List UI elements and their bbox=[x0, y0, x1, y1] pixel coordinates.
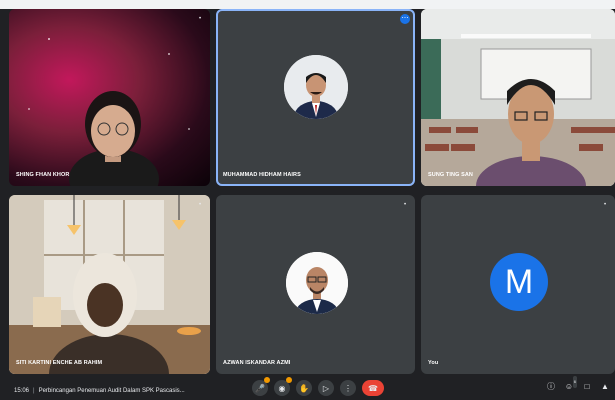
video-grid: • SHING FHAN KHOR ⋯ MUHAMMAD HIDHAM HAIR… bbox=[9, 9, 615, 375]
meeting-title: Perbincangan Penemuan Audit Dalam SPK Pa… bbox=[38, 388, 185, 394]
meeting-control-bar: 15:06 | Perbincangan Penemuan Audit Dalam … bbox=[0, 375, 615, 400]
participant-avatar-5 bbox=[286, 252, 348, 314]
camera-button[interactable]: ◉ bbox=[274, 377, 292, 396]
chat-button[interactable]: □ bbox=[581, 381, 593, 393]
browser-strip bbox=[0, 0, 615, 9]
raise-hand-button[interactable]: ✋ bbox=[296, 380, 312, 396]
participant-video-4 bbox=[9, 195, 210, 374]
participant-tile-2[interactable]: ⋯ MUHAMMAD HIDHAM HAIRS bbox=[216, 9, 415, 186]
present-icon: ▷ bbox=[322, 383, 330, 393]
participant-name-self: You bbox=[428, 360, 439, 366]
people-count: 6 bbox=[572, 376, 577, 388]
mic-indicator-4: • bbox=[198, 202, 202, 208]
present-button[interactable]: ▷ bbox=[318, 380, 334, 396]
activities-icon: ▲ bbox=[601, 382, 609, 391]
mic-indicator-1: • bbox=[198, 16, 202, 22]
participant-tile-1[interactable]: • SHING FHAN KHOR bbox=[9, 9, 210, 186]
mic-indicator-3: • bbox=[603, 16, 607, 22]
participant-name-1: SHING FHAN KHOR bbox=[16, 172, 70, 178]
call-end-icon: ☎ bbox=[368, 383, 378, 393]
microphone-button[interactable]: 🎤 bbox=[252, 377, 270, 396]
participant-name-5: AZWAN ISKANDAR AZMI bbox=[223, 360, 291, 366]
mic-indicator-5: • bbox=[403, 202, 407, 208]
chat-icon: □ bbox=[584, 382, 590, 391]
participant-name-4: SITI KARTINI ENCHE AB RAHIM bbox=[16, 360, 103, 366]
separator: | bbox=[33, 388, 35, 394]
meeting-info: 15:06 | Perbincangan Penemuan Audit Dalam … bbox=[14, 388, 185, 394]
participant-avatar-2 bbox=[284, 55, 348, 119]
participant-video-3 bbox=[421, 9, 615, 186]
hand-icon: ✋ bbox=[299, 383, 309, 393]
people-icon: ☺ bbox=[564, 382, 574, 391]
participant-tile-4[interactable]: • SITI KARTINI ENCHE AB RAHIM bbox=[9, 195, 210, 374]
activities-button[interactable]: ▲ bbox=[599, 381, 611, 393]
participant-name-2: MUHAMMAD HIDHAM HAIRS bbox=[223, 172, 301, 178]
alert-dot bbox=[264, 377, 270, 383]
more-options-button[interactable]: ⋮ bbox=[340, 380, 356, 396]
more-vert-icon: ⋮ bbox=[344, 383, 352, 393]
participant-name-3: SUNG TING SAN bbox=[428, 172, 473, 178]
mic-indicator-self: • bbox=[603, 202, 607, 208]
self-avatar: M bbox=[490, 253, 548, 311]
meeting-details-button[interactable]: ⓘ bbox=[545, 381, 557, 393]
leave-call-button[interactable]: ☎ bbox=[362, 380, 384, 396]
info-icon: ⓘ bbox=[547, 382, 555, 391]
people-button[interactable]: ☺ 6 bbox=[563, 376, 577, 393]
active-speaker-icon: ⋯ bbox=[400, 14, 410, 24]
participant-tile-self[interactable]: M • You bbox=[421, 195, 615, 374]
call-controls: 🎤 ◉ ✋ ▷ ⋮ ☎ bbox=[252, 377, 384, 396]
camera-icon: ◉ bbox=[278, 383, 286, 393]
participant-tile-5[interactable]: • AZWAN ISKANDAR AZMI bbox=[216, 195, 415, 374]
right-controls: ⓘ ☺ 6 □ ▲ bbox=[545, 376, 611, 393]
participant-tile-3[interactable]: • SUNG TING SAN bbox=[421, 9, 615, 186]
self-avatar-initial: M bbox=[504, 262, 534, 301]
participant-video-1 bbox=[28, 38, 190, 186]
alert-dot bbox=[286, 377, 292, 383]
meeting-time: 15:06 bbox=[14, 388, 30, 394]
mic-icon: 🎤 bbox=[255, 383, 265, 393]
